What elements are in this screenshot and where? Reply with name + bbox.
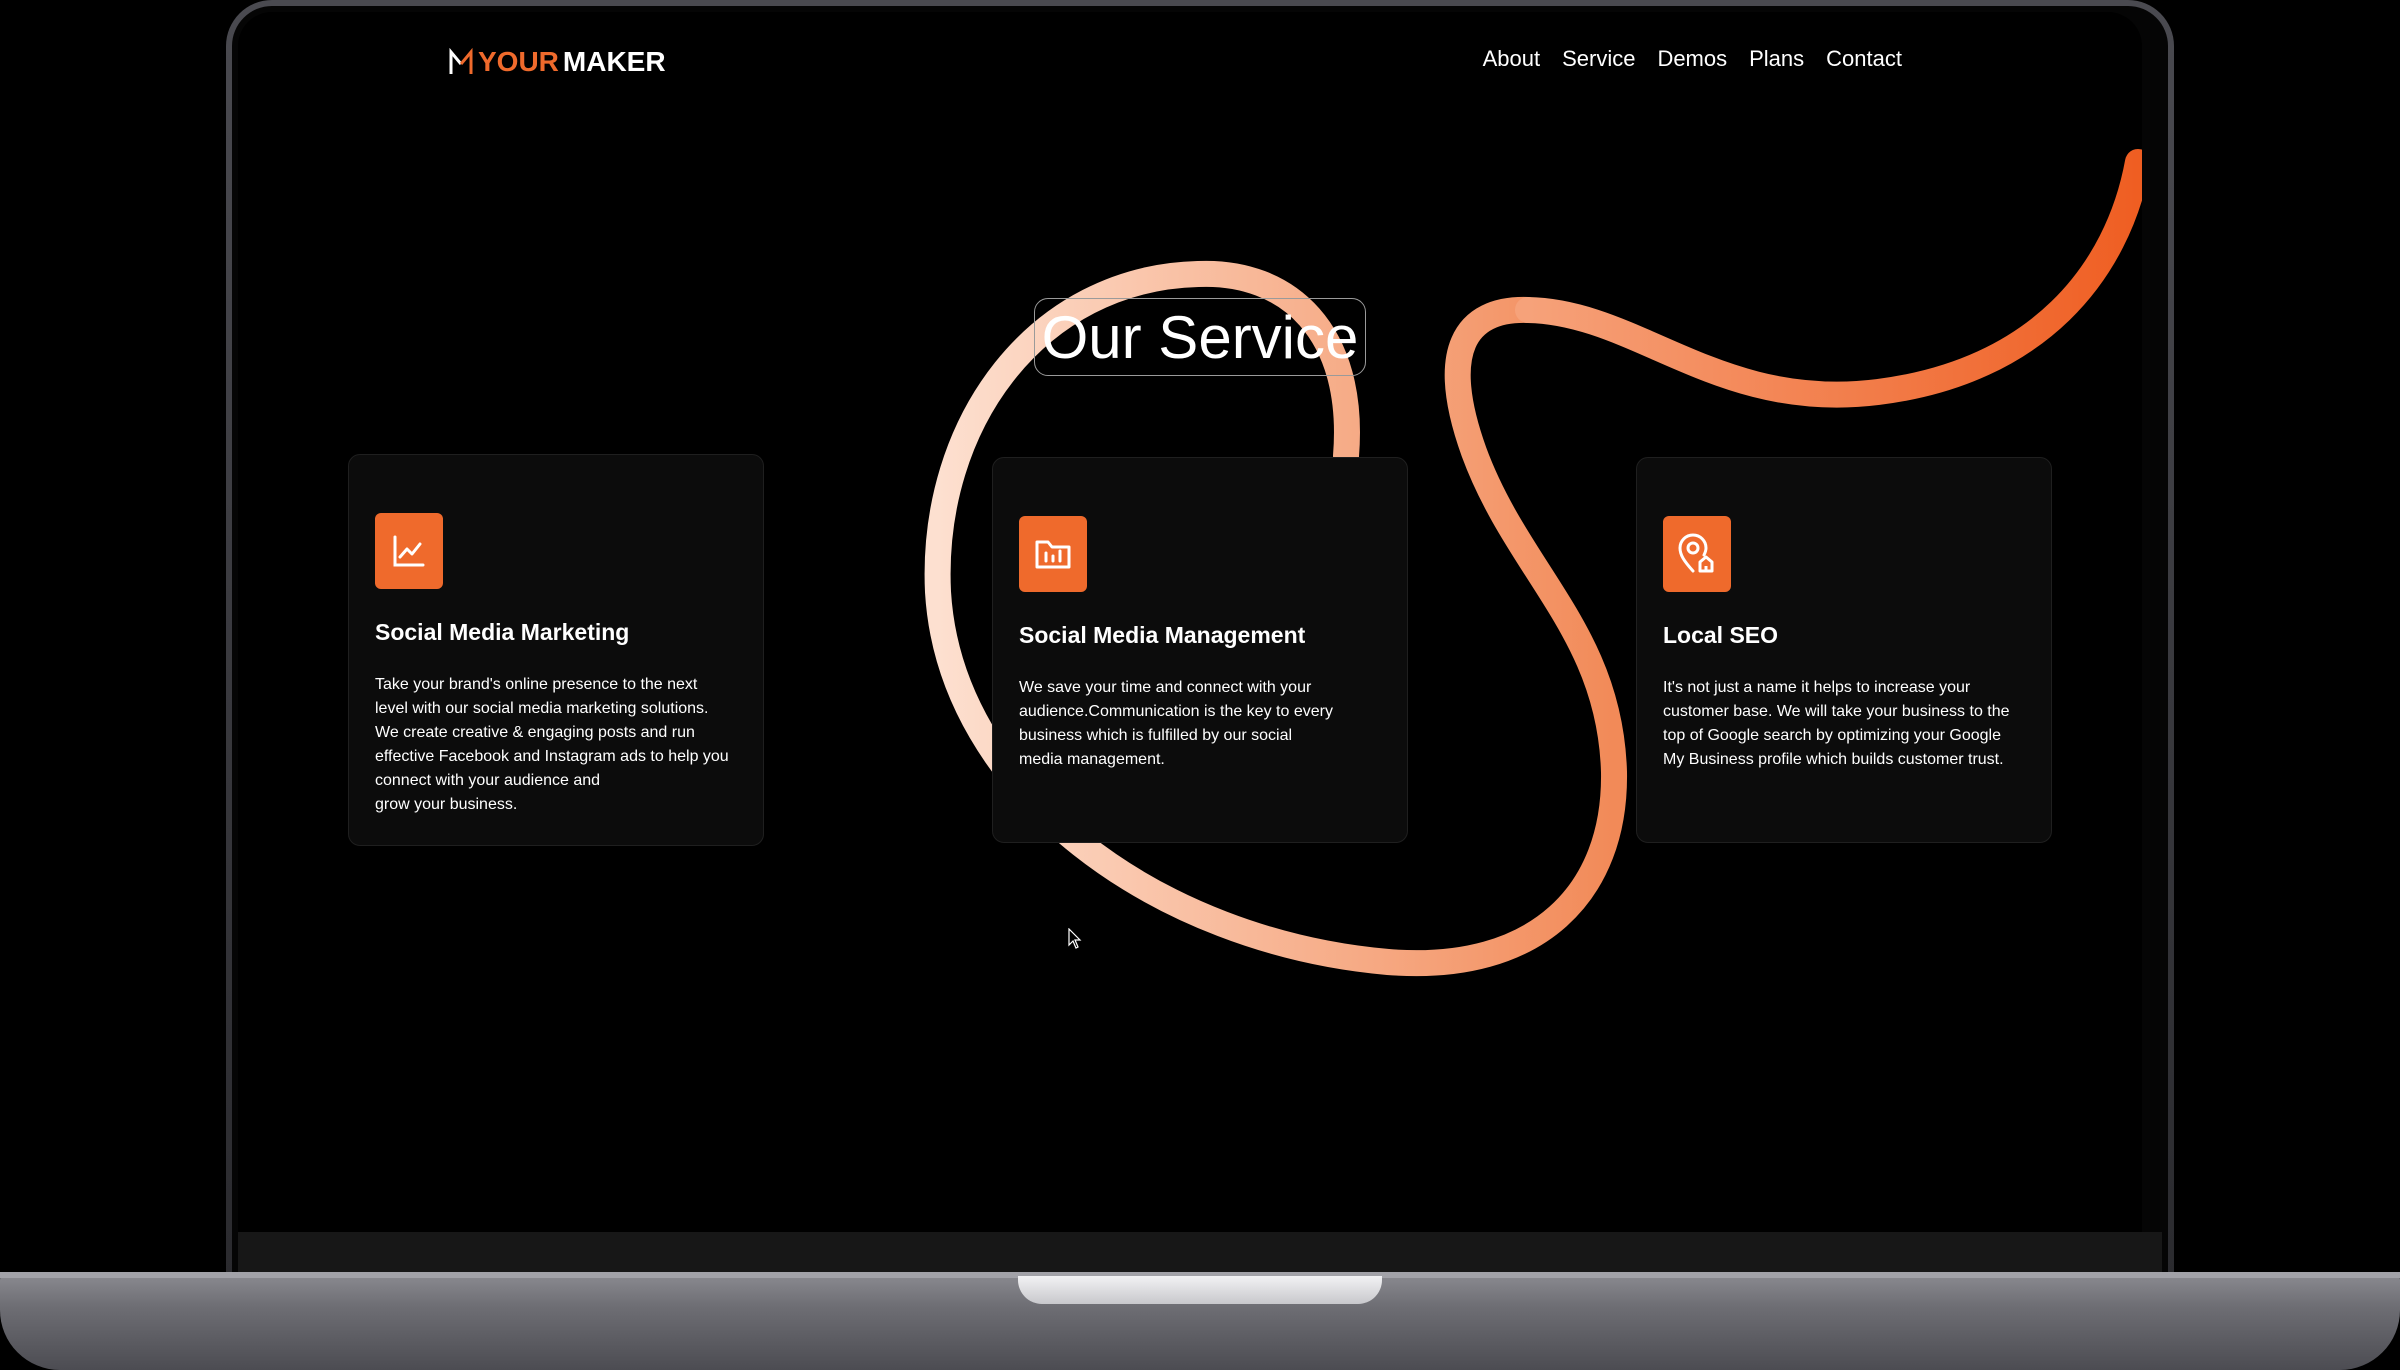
card-text-line: We create creative & engaging posts and … [375,724,695,741]
card-title: Local SEO [1663,622,1779,648]
card-text-line: Take your brand's online presence to the… [375,676,698,693]
card-text-line: level with our social media marketing so… [375,700,709,717]
card-text-line: customer base. We will take your busines… [1663,703,2010,720]
card-text-line: media management. [1019,751,1165,768]
service-card-marketing[interactable]: Social Media Marketing Take your brand's… [348,454,764,846]
card-text-line: It's not just a name it helps to increas… [1663,679,1971,696]
card-title: Social Media Management [1019,622,1306,648]
folder-chart-icon [1019,516,1087,592]
card-text-line: connect with your audience and [375,772,601,789]
card-title: Social Media Marketing [375,619,630,645]
card-text-line: business which is fulfilled by our socia… [1019,727,1293,744]
nav-link-about[interactable]: About [1483,46,1541,72]
nav-link-plans[interactable]: Plans [1749,46,1804,72]
card-description: It's not just a name it helps to increas… [1663,676,2029,772]
navbar: YOUR MAKER About Service Demos Plans Con… [238,12,2142,112]
card-text-line: grow your business. [375,796,518,813]
card-description: We save your time and connect with your … [1019,676,1385,772]
location-home-icon [1663,516,1731,592]
card-text-line: effective Facebook and Instagram ads to … [375,748,729,765]
nav-link-service[interactable]: Service [1562,46,1635,72]
mouse-cursor-icon [1068,928,1082,949]
service-card-local-seo[interactable]: Local SEO It's not just a name it helps … [1636,457,2052,843]
card-text-line: My Business profile which builds custome… [1663,751,2004,768]
card-description: Take your brand's online presence to the… [375,673,741,817]
nav-menu: About Service Demos Plans Contact [1483,46,1902,72]
section-title: Our Service [1034,298,1366,376]
card-text-line: top of Google search by optimizing your … [1663,727,2001,744]
website-screen: YOUR MAKER About Service Demos Plans Con… [238,12,2142,1234]
card-text-line: audience.Communication is the key to eve… [1019,703,1333,720]
screen-bottom-bar [238,1232,2162,1272]
nav-link-demos[interactable]: Demos [1657,46,1727,72]
logo-mark-icon [449,48,473,74]
line-chart-icon [375,513,443,589]
service-card-management[interactable]: Social Media Management We save your tim… [992,457,1408,843]
laptop-opening-notch [1018,1276,1382,1304]
brand-logo[interactable]: YOUR MAKER [448,46,666,78]
logo-text-your: YOUR [478,46,559,77]
nav-link-contact[interactable]: Contact [1826,46,1902,72]
card-text-line: We save your time and connect with your [1019,679,1312,696]
logo-text-maker: MAKER [562,46,666,77]
